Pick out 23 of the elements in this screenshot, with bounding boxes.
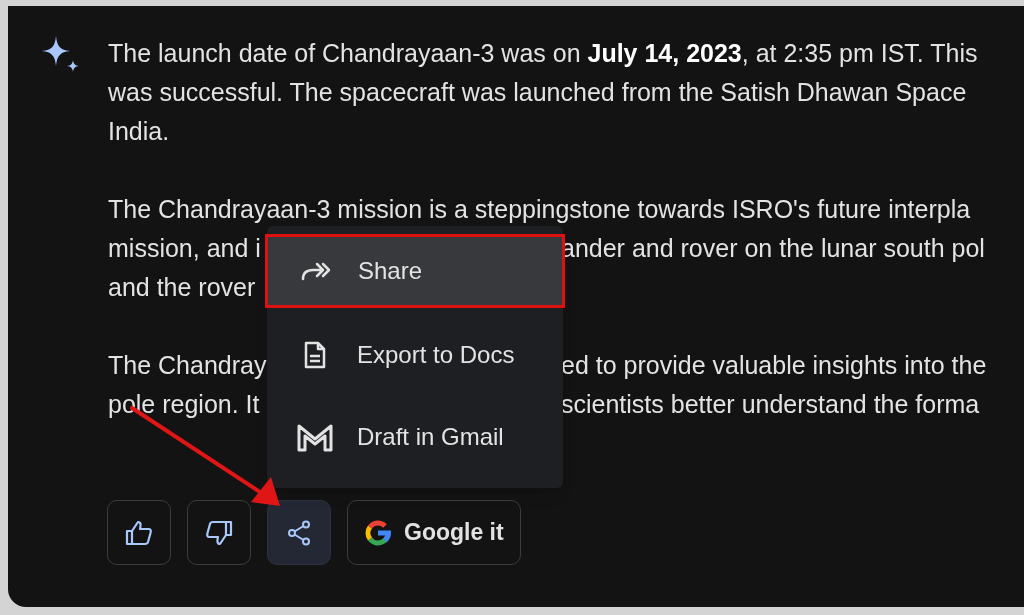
text-fragment: was successful. The spacecraft was launched from the Satish Dhawan Space	[108, 78, 967, 106]
thumbs-down-button[interactable]	[187, 500, 251, 565]
menu-item[interactable]: Draft in Gmail	[267, 400, 563, 474]
text-fragment: scientists better understand the forma	[561, 389, 980, 420]
thumbs-up-icon	[125, 519, 153, 546]
mail-icon	[296, 422, 334, 452]
document-icon	[304, 341, 326, 369]
text-fragment: India.	[108, 117, 170, 145]
google-icon	[364, 518, 392, 547]
text-fragment: mission, and i	[108, 234, 261, 262]
thumbs-up-button[interactable]	[107, 500, 171, 565]
text-fragment: The Chandray	[108, 351, 267, 379]
text-fragment: The launch date of Chandrayaan-3 was on July 14, 2023, at 2:35 pm IST. This	[108, 39, 978, 67]
text-fragment: and the rover	[108, 273, 256, 301]
share-icon	[287, 519, 311, 546]
menu-item[interactable]: Share	[265, 234, 565, 308]
thumbs-down-icon	[205, 519, 233, 546]
menu-item[interactable]: Export to Docs	[267, 318, 563, 392]
google-it-button[interactable]: Google it	[347, 500, 521, 565]
text-fragment: ed to provide valuable insights into the	[561, 350, 987, 381]
forward-arrow-icon	[301, 261, 331, 281]
text-fragment: The Chandrayaan-3 mission is a steppingstone towards ISRO's future interpla	[108, 195, 971, 223]
share-button[interactable]	[267, 500, 331, 565]
